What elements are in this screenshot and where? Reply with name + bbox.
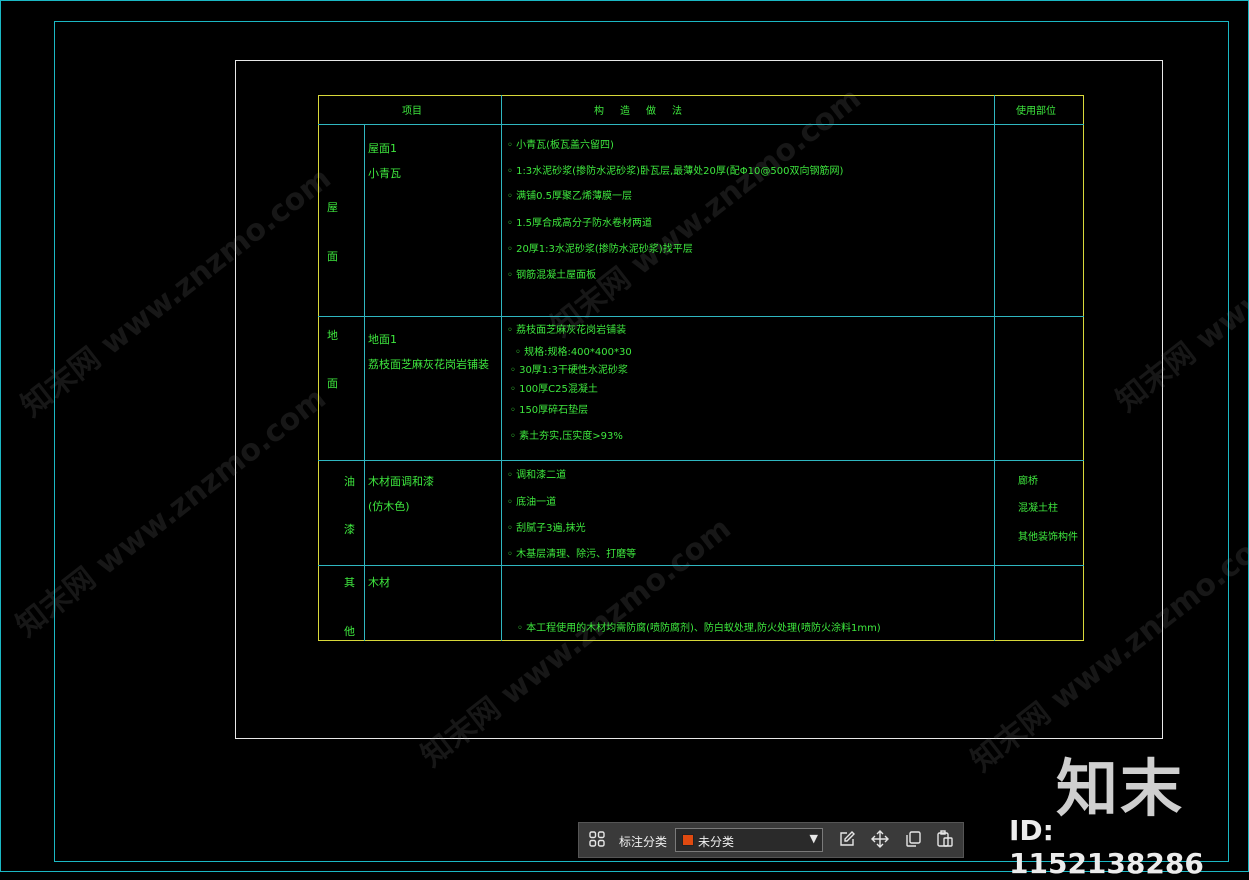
category-char: 其: [344, 576, 355, 589]
item-name: 屋面1: [368, 142, 397, 155]
step-text: ◦ 调和漆二道: [507, 470, 567, 481]
step-text: ◦ 荔枝面芝麻灰花岗岩铺装: [507, 325, 627, 336]
header-usage: 使用部位: [1016, 106, 1056, 117]
step-text: ◦ 20厚1:3水泥砂浆(掺防水泥砂浆)找平层: [507, 244, 693, 255]
category-char: 面: [327, 250, 338, 263]
category-char: 油: [344, 475, 355, 488]
item-name: 地面1: [368, 333, 397, 346]
usage-text: 混凝土柱: [1018, 503, 1058, 514]
step-text: ◦ 小青瓦(板瓦盖六留四): [507, 140, 614, 151]
step-text: ◦ 100厚C25混凝土: [510, 384, 598, 395]
step-text: ◦ 本工程使用的木材均需防腐(喷防腐剂)、防白蚁处理,防火处理(喷防火涂料1mm…: [517, 623, 881, 634]
item-name: 木材: [368, 576, 390, 589]
paste-icon[interactable]: [935, 830, 955, 850]
chevron-down-icon: ▼: [809, 832, 818, 845]
usage-text: 其他装饰构件: [1018, 532, 1078, 543]
step-text: ◦ 素土夯实,压实度>93%: [510, 431, 623, 442]
step-text: ◦ 底油一道: [507, 497, 557, 508]
copy-icon[interactable]: [903, 830, 923, 850]
item-name: 木材面调和漆: [368, 475, 434, 488]
construction-table: 项目 构 造 做 法 使用部位 屋 面 屋面1 小青瓦 ◦ 小青瓦(板瓦盖六留四…: [318, 95, 1084, 641]
annotation-toolbar: 标注分类 未分类 ▼: [578, 822, 964, 858]
category-char: 面: [327, 377, 338, 390]
category-select[interactable]: 未分类 ▼: [675, 828, 823, 852]
step-text: ◦ 满铺0.5厚聚乙烯薄膜一层: [507, 191, 632, 202]
item-name: 荔枝面芝麻灰花岗岩铺装: [368, 358, 489, 371]
step-text: ◦ 30厚1:3干硬性水泥砂浆: [510, 365, 628, 376]
step-text: ◦ 木基层清理、除污、打磨等: [507, 549, 637, 560]
step-text: ◦ 150厚碎石垫层: [510, 405, 589, 416]
category-char: 他: [344, 625, 355, 638]
item-name: (仿木色): [368, 500, 410, 513]
step-text: ◦ 1.5厚合成高分子防水卷材两道: [507, 218, 652, 229]
category-char: 屋: [327, 201, 338, 214]
grid-icon[interactable]: [587, 830, 607, 850]
step-text: ◦ 刮腻子3遍,抹光: [507, 523, 586, 534]
step-text: ◦ 1:3水泥砂浆(掺防水泥砂浆)卧瓦层,最薄处20厚(配Φ10@500双向钢筋…: [507, 166, 844, 177]
header-method: 构 造 做 法: [594, 106, 685, 117]
move-icon[interactable]: [870, 830, 890, 850]
step-text: ◦ 钢筋混凝土屋面板: [507, 270, 597, 281]
step-text: ◦ 规格:规格:400*400*30: [515, 347, 632, 358]
category-char: 地: [327, 329, 338, 342]
annotation-category-label: 标注分类: [619, 835, 668, 849]
category-select-value: 未分类: [698, 835, 735, 849]
usage-text: 廊桥: [1018, 476, 1038, 487]
brand-id: ID: 1152138286: [1009, 814, 1204, 880]
category-char: 漆: [344, 523, 355, 536]
category-color-swatch: [682, 834, 694, 846]
header-item: 项目: [402, 106, 422, 117]
item-name: 小青瓦: [368, 167, 401, 180]
edit-icon[interactable]: [837, 830, 857, 850]
